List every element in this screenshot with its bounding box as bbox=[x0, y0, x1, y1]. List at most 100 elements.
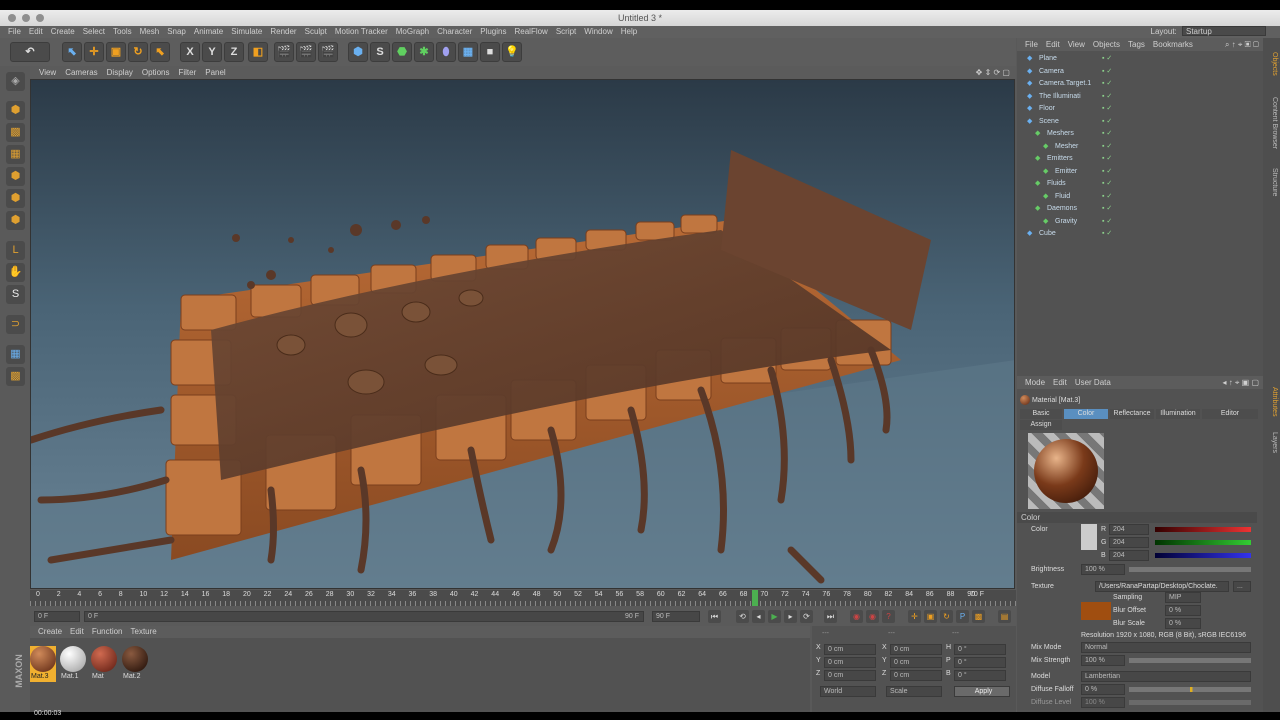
menu-sculpt[interactable]: Sculpt bbox=[305, 26, 327, 38]
object-name[interactable]: Emitters bbox=[1047, 153, 1073, 165]
go-to-end-icon[interactable]: ⏭ bbox=[824, 610, 837, 623]
visibility-check-icon[interactable]: ▪ ✓ bbox=[1102, 91, 1112, 103]
points-mode-icon[interactable]: ⬢ bbox=[6, 167, 25, 186]
render-settings-icon[interactable]: 🎬 bbox=[318, 42, 338, 62]
move-icon[interactable]: ✛ bbox=[84, 42, 104, 62]
visibility-check-icon[interactable]: ▪ ✓ bbox=[1102, 128, 1112, 140]
menu-snap[interactable]: Snap bbox=[167, 26, 186, 38]
blur-offset-field[interactable]: 0 % bbox=[1165, 605, 1201, 616]
object-name[interactable]: Emitter bbox=[1055, 166, 1077, 178]
next-key-icon[interactable]: ⟳ bbox=[800, 610, 813, 623]
current-frame-field[interactable]: 0 F bbox=[34, 611, 80, 622]
light-icon[interactable]: 💡 bbox=[502, 42, 522, 62]
key-position-icon[interactable]: ✛ bbox=[908, 610, 921, 623]
tab-illumination[interactable]: Illumination bbox=[1156, 409, 1200, 419]
object-name[interactable]: Mesher bbox=[1055, 141, 1078, 153]
model-dropdown[interactable]: Lambertian bbox=[1081, 671, 1251, 682]
menu-script[interactable]: Script bbox=[556, 26, 576, 38]
object-name[interactable]: Floor bbox=[1039, 103, 1055, 115]
tab-editor[interactable]: Editor bbox=[1202, 409, 1258, 419]
visibility-check-icon[interactable]: ▪ ✓ bbox=[1102, 153, 1112, 165]
object-row[interactable]: ◆ Plane ▪ ✓ bbox=[1017, 53, 1263, 65]
floor-icon[interactable]: ▦ bbox=[458, 42, 478, 62]
object-name[interactable]: The Illuminati bbox=[1039, 91, 1081, 103]
subdivision-icon[interactable]: ⬣ bbox=[392, 42, 412, 62]
material-menu-texture[interactable]: Texture bbox=[131, 627, 157, 636]
visibility-check-icon[interactable]: ▪ ✓ bbox=[1102, 166, 1112, 178]
array-icon[interactable]: ✱ bbox=[414, 42, 434, 62]
coord-value-field[interactable]: 0 cm bbox=[824, 657, 876, 668]
diffuse-level-slider[interactable] bbox=[1129, 700, 1251, 705]
object-row[interactable]: ◆ Fluid ▪ ✓ bbox=[1017, 191, 1263, 203]
object-name[interactable]: Fluid bbox=[1055, 191, 1070, 203]
diffuse-level-field[interactable]: 100 % bbox=[1081, 697, 1125, 708]
color-swatch[interactable] bbox=[1081, 524, 1097, 550]
coord-value-field[interactable]: 0 ° bbox=[954, 657, 1006, 668]
diffuse-falloff-field[interactable]: 0 % bbox=[1081, 684, 1125, 695]
object-name[interactable]: Camera bbox=[1039, 66, 1064, 78]
undo-icon[interactable]: ↶ bbox=[10, 42, 50, 62]
object-row[interactable]: ◆ Emitters ▪ ✓ bbox=[1017, 153, 1263, 165]
b-slider[interactable] bbox=[1155, 553, 1251, 558]
tab-assign[interactable]: Assign bbox=[1020, 420, 1062, 430]
camera-icon[interactable]: ■ bbox=[480, 42, 500, 62]
object-row[interactable]: ◆ The Illuminati ▪ ✓ bbox=[1017, 91, 1263, 103]
object-row[interactable]: ◆ Gravity ▪ ✓ bbox=[1017, 216, 1263, 228]
menu-render[interactable]: Render bbox=[270, 26, 296, 38]
sampling-dropdown[interactable]: MIP bbox=[1165, 592, 1201, 603]
viewport-menu-filter[interactable]: Filter bbox=[178, 68, 196, 77]
visibility-check-icon[interactable]: ▪ ✓ bbox=[1102, 203, 1112, 215]
object-row[interactable]: ◆ Camera ▪ ✓ bbox=[1017, 66, 1263, 78]
workplane-lock-icon[interactable]: ▦ bbox=[6, 345, 25, 364]
coord-value-field[interactable]: 0 cm bbox=[890, 644, 942, 655]
coord-value-field[interactable]: 0 cm bbox=[890, 670, 942, 681]
menu-edit[interactable]: Edit bbox=[29, 26, 43, 38]
material-menu-create[interactable]: Create bbox=[38, 627, 62, 636]
max-frame-field[interactable]: 90 F bbox=[652, 611, 700, 622]
close-window-button[interactable] bbox=[8, 14, 16, 22]
y-axis-lock-button[interactable]: Y bbox=[202, 42, 222, 62]
material-menu-edit[interactable]: Edit bbox=[70, 627, 84, 636]
viewport-menu-view[interactable]: View bbox=[39, 68, 56, 77]
object-row[interactable]: ◆ Camera.Target.1 ▪ ✓ bbox=[1017, 78, 1263, 90]
viewport-menu-options[interactable]: Options bbox=[142, 68, 170, 77]
g-value-field[interactable]: 204 bbox=[1109, 537, 1149, 548]
object-menu-file[interactable]: File bbox=[1025, 40, 1038, 49]
viewport-nav-icons[interactable]: ✥ ⇕ ⟳ ▢ bbox=[976, 66, 1010, 79]
tab-basic[interactable]: Basic bbox=[1020, 409, 1062, 419]
material-swatch-mat[interactable]: Mat bbox=[91, 646, 117, 682]
make-editable-icon[interactable]: ◈ bbox=[6, 72, 25, 91]
visibility-check-icon[interactable]: ▪ ✓ bbox=[1102, 116, 1112, 128]
deformer-icon[interactable]: ⬮ bbox=[436, 42, 456, 62]
attr-menu-mode[interactable]: Mode bbox=[1025, 378, 1045, 387]
visibility-check-icon[interactable]: ▪ ✓ bbox=[1102, 178, 1112, 190]
object-row[interactable]: ◆ Emitter ▪ ✓ bbox=[1017, 166, 1263, 178]
viewport-menu-display[interactable]: Display bbox=[107, 68, 133, 77]
object-name[interactable]: Gravity bbox=[1055, 216, 1077, 228]
tweak-icon[interactable]: ✋ bbox=[6, 263, 25, 282]
diffuse-falloff-slider[interactable] bbox=[1129, 687, 1251, 692]
spline-icon[interactable]: S bbox=[370, 42, 390, 62]
apply-button[interactable]: Apply bbox=[954, 686, 1010, 697]
tab-reflectance[interactable]: Reflectance bbox=[1110, 409, 1154, 419]
menu-plugins[interactable]: Plugins bbox=[480, 26, 506, 38]
object-menu-bookmarks[interactable]: Bookmarks bbox=[1153, 40, 1193, 49]
side-tab-content-browser[interactable]: Content Browser bbox=[1265, 88, 1278, 158]
layout-dropdown[interactable]: Startup bbox=[1182, 26, 1266, 36]
previous-frame-icon[interactable]: ◂ bbox=[752, 610, 765, 623]
object-menu-tags[interactable]: Tags bbox=[1128, 40, 1145, 49]
visibility-check-icon[interactable]: ▪ ✓ bbox=[1102, 53, 1112, 65]
viewport-menu-cameras[interactable]: Cameras bbox=[65, 68, 97, 77]
menu-help[interactable]: Help bbox=[621, 26, 637, 38]
viewport-menu-panel[interactable]: Panel bbox=[205, 68, 225, 77]
key-rotation-icon[interactable]: ↻ bbox=[940, 610, 953, 623]
blur-scale-field[interactable]: 0 % bbox=[1165, 618, 1201, 629]
z-axis-lock-button[interactable]: Z bbox=[224, 42, 244, 62]
timeline-playhead[interactable] bbox=[752, 590, 758, 606]
visibility-check-icon[interactable]: ▪ ✓ bbox=[1102, 78, 1112, 90]
menu-mograph[interactable]: MoGraph bbox=[396, 26, 429, 38]
coord-value-field[interactable]: 0 cm bbox=[824, 644, 876, 655]
rotate-icon[interactable]: ↻ bbox=[128, 42, 148, 62]
x-axis-lock-button[interactable]: X bbox=[180, 42, 200, 62]
cube-object-icon[interactable]: ⬢ bbox=[348, 42, 368, 62]
